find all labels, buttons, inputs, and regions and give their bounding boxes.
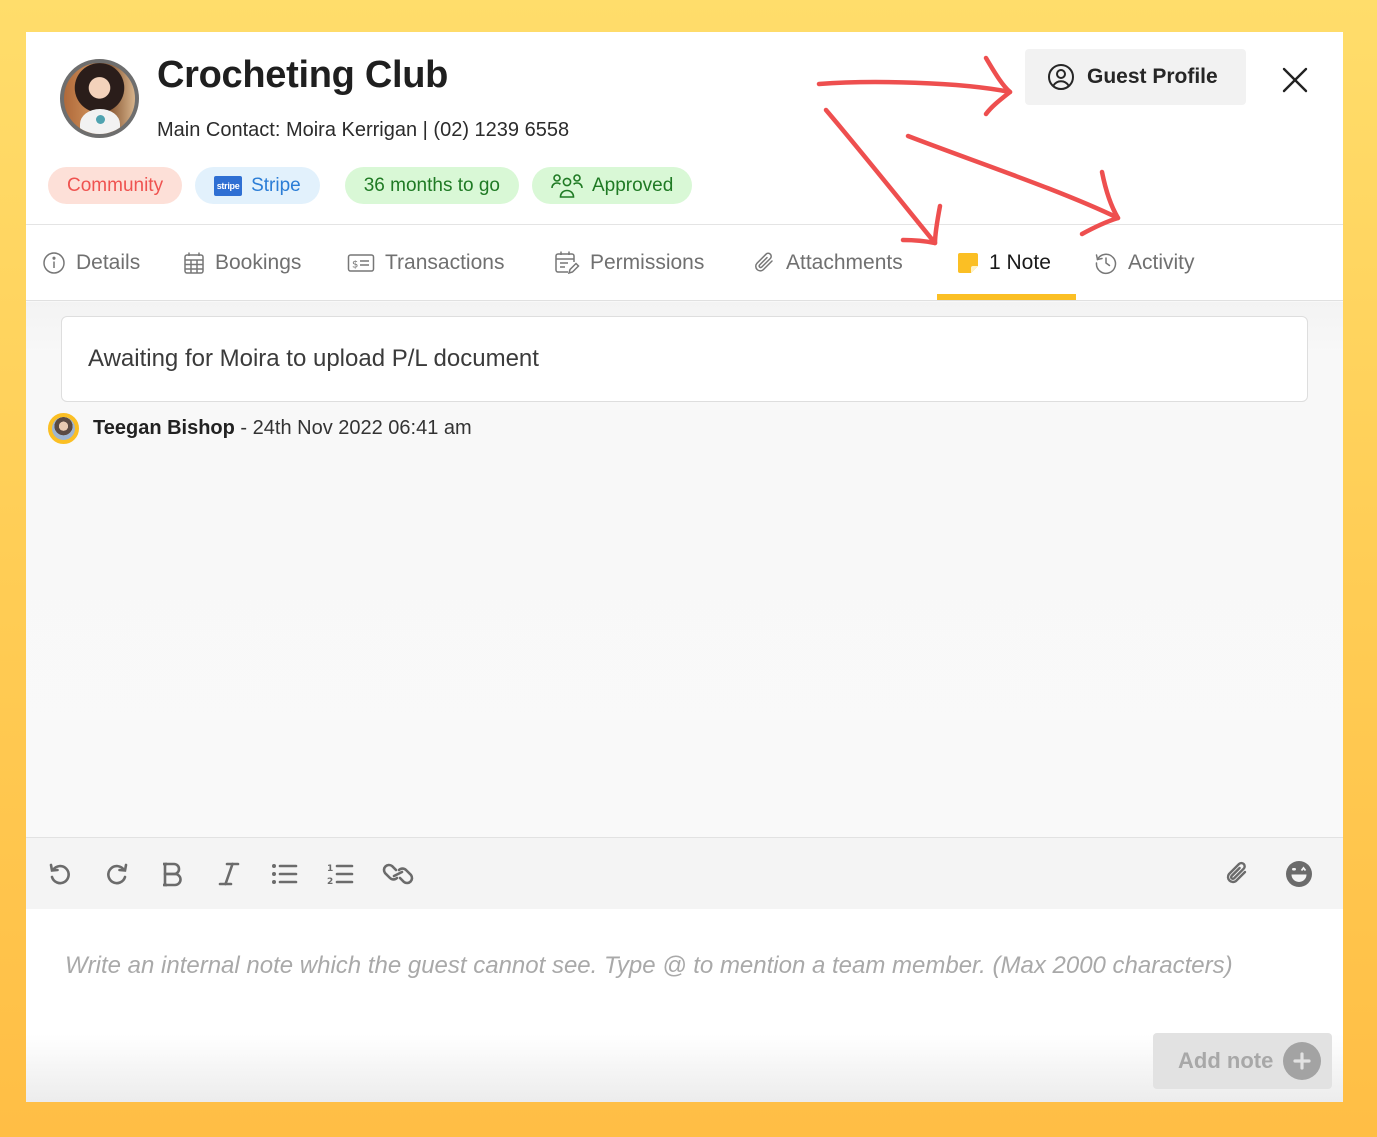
guest-detail-panel: Crocheting Club Main Contact: Moira Kerr… (26, 32, 1343, 1102)
note-editor[interactable]: Write an internal note which the guest c… (26, 909, 1343, 1102)
note-text: Awaiting for Moira to upload P/L documen… (88, 345, 539, 372)
badge-row: Community stripe Stripe 36 months to go … (48, 167, 693, 204)
redo-button[interactable] (103, 860, 131, 888)
tab-bar: Details Bookings $ Transactions Permissi… (26, 225, 1343, 301)
user-circle-icon (1048, 64, 1074, 90)
calendar-grid-icon (184, 252, 204, 274)
term-badge: 36 months to go (344, 167, 519, 204)
paperclip-icon (1226, 861, 1247, 884)
community-badge: Community (48, 167, 183, 204)
note-timestamp: 24th Nov 2022 06:41 am (252, 417, 472, 439)
italic-icon (218, 862, 240, 886)
tab-details-label: Details (76, 251, 141, 274)
note-meta: Teegan Bishop - 24th Nov 2022 06:41 am (48, 413, 472, 444)
tab-notes[interactable]: 1 Note (957, 225, 1051, 301)
tab-details[interactable]: Details (42, 225, 140, 301)
svg-text:2: 2 (327, 877, 333, 887)
emoji-button[interactable] (1285, 860, 1313, 888)
history-icon (1095, 253, 1117, 275)
tab-permissions[interactable]: Permissions (554, 225, 704, 301)
receipt-icon: $ (347, 254, 375, 272)
contact-avatar (60, 59, 139, 138)
community-badge-label: Community (67, 174, 164, 196)
tab-transactions-label: Transactions (385, 251, 505, 274)
attach-file-button[interactable] (1223, 860, 1251, 888)
guest-profile-label: Guest Profile (1087, 65, 1218, 88)
avatar-pendant (96, 115, 105, 124)
plus-icon (1283, 1042, 1322, 1080)
note-item: Awaiting for Moira to upload P/L documen… (61, 316, 1308, 402)
users-icon (551, 173, 583, 198)
close-icon (1282, 67, 1308, 93)
tab-activity-label: Activity (1128, 251, 1195, 274)
add-note-button[interactable]: Add note (1153, 1033, 1332, 1089)
editor-toolbar: 1 2 (26, 837, 1343, 909)
svg-text:$: $ (352, 260, 358, 271)
panel-header: Crocheting Club Main Contact: Moira Kerr… (26, 32, 1343, 225)
page-title: Crocheting Club (157, 54, 449, 96)
link-button[interactable] (382, 860, 414, 888)
emoji-icon (1286, 861, 1312, 887)
active-tab-indicator (937, 294, 1076, 300)
tab-permissions-label: Permissions (590, 251, 705, 274)
numbered-list-icon: 1 2 (327, 864, 354, 887)
sticky-note-icon (958, 253, 978, 273)
main-contact: Main Contact: Moira Kerrigan | (02) 1239… (157, 119, 570, 141)
note-author: Teegan Bishop (93, 417, 235, 439)
tab-attachments-label: Attachments (786, 251, 903, 274)
note-separator: - (234, 417, 253, 439)
numbered-list-button[interactable]: 1 2 (327, 860, 355, 888)
tab-activity[interactable]: Activity (1094, 225, 1195, 301)
approved-badge: Approved (531, 167, 693, 204)
tab-notes-label: 1 Note (989, 251, 1051, 274)
calendar-edit-icon (555, 251, 580, 275)
approved-badge-label: Approved (591, 174, 674, 196)
undo-icon (49, 863, 70, 885)
info-icon (43, 252, 65, 274)
bold-button[interactable] (159, 860, 187, 888)
link-icon (382, 863, 414, 885)
bold-icon (163, 862, 182, 887)
bullet-list-icon (272, 864, 298, 884)
tab-transactions[interactable]: $ Transactions (347, 225, 504, 301)
note-input-placeholder[interactable]: Write an internal note which the guest c… (65, 947, 1265, 984)
undo-button[interactable] (46, 860, 74, 888)
redo-icon (107, 863, 128, 885)
italic-button[interactable] (215, 860, 243, 888)
paperclip-icon (755, 252, 773, 272)
add-note-label: Add note (1178, 1048, 1274, 1073)
tab-bookings-label: Bookings (215, 251, 302, 274)
close-button[interactable] (1279, 64, 1311, 96)
bullet-list-button[interactable] (271, 860, 299, 888)
notes-list: Awaiting for Moira to upload P/L documen… (26, 302, 1343, 837)
guest-profile-button[interactable]: Guest Profile (1025, 49, 1246, 105)
stripe-badge: stripe Stripe (195, 167, 320, 204)
tab-attachments[interactable]: Attachments (754, 225, 903, 301)
svg-text:1: 1 (327, 864, 333, 874)
stripe-logo-icon: stripe (214, 175, 243, 196)
stripe-badge-label: Stripe (251, 174, 301, 196)
author-avatar (48, 413, 79, 444)
term-badge-label: 36 months to go (363, 174, 500, 196)
tab-bookings[interactable]: Bookings (183, 225, 301, 301)
